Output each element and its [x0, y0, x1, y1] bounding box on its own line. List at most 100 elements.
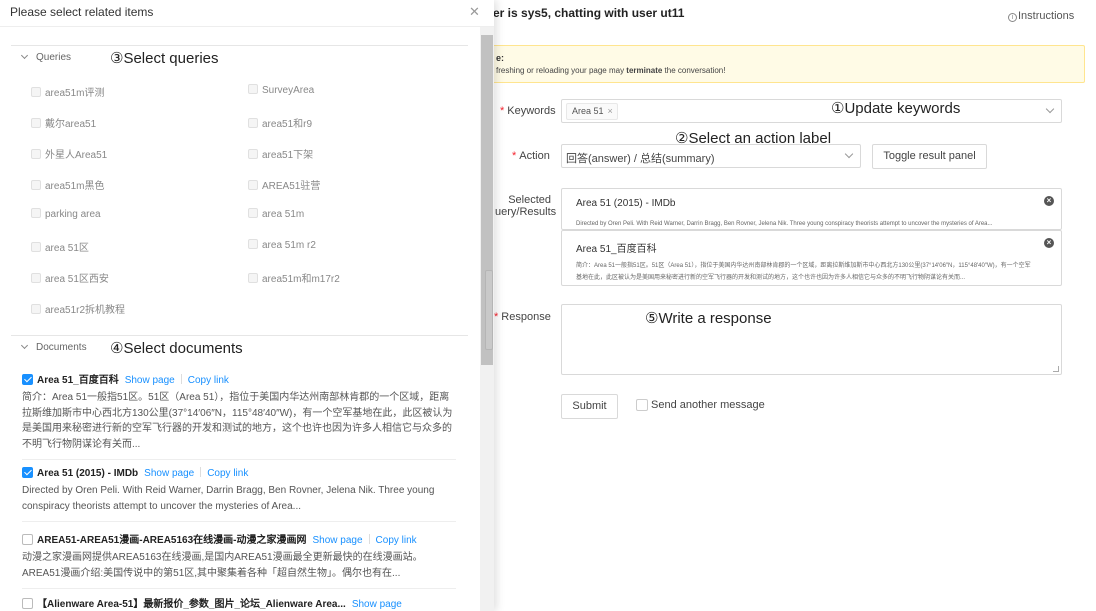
action-label: * Action: [512, 150, 550, 162]
document-item: 【Alienware Area-51】最新报价_参数_图片_论坛_Alienwa…: [22, 595, 456, 610]
selected-result-snippet: Directed by Oren Peli. With Reid Warner,…: [576, 221, 993, 227]
selected-result-snippet: 简介：Area 51一般指51区。51区（Area 51），指位于美国内华达州南…: [576, 263, 1031, 281]
selected-result-title: Area 51 (2015) - IMDb: [576, 198, 676, 209]
chevron-down-icon: [20, 341, 29, 350]
drawer-scroll-area[interactable]: Queries ③Select queries area51m评测 戴尔area5…: [0, 27, 480, 611]
drawer-resize-handle[interactable]: [485, 270, 493, 350]
document-checkbox[interactable]: [22, 467, 33, 478]
toggle-result-panel-button[interactable]: Toggle result panel: [872, 144, 987, 169]
action-label-text: Action: [519, 150, 550, 162]
show-page-link[interactable]: Show page: [144, 468, 194, 479]
query-checkbox[interactable]: [248, 239, 258, 249]
document-checkbox[interactable]: [22, 374, 33, 385]
query-checkbox[interactable]: [31, 242, 41, 252]
query-checkbox[interactable]: [31, 273, 41, 283]
remove-close-icon[interactable]: ×: [1044, 196, 1054, 206]
query-checkbox-item[interactable]: parking area: [31, 208, 101, 220]
divider: [22, 521, 456, 522]
copy-link-link[interactable]: Copy link: [188, 375, 229, 386]
keywords-label: * Keywords: [500, 105, 556, 117]
query-checkbox-item[interactable]: area 51区西安: [31, 270, 109, 285]
document-checkbox[interactable]: [22, 534, 33, 545]
query-checkbox-item[interactable]: 戴尔area51: [31, 115, 96, 130]
query-checkbox[interactable]: [31, 180, 41, 190]
required-mark: *: [494, 311, 499, 323]
response-textarea[interactable]: [561, 304, 1062, 375]
instructions-label: Instructions: [1018, 10, 1075, 22]
document-title: AREA51-AREA51漫画-AREA5163在线漫画-动漫之家漫画网: [37, 535, 307, 546]
document-title-row: Area 51_百度百科 Show page Copy link: [22, 371, 456, 386]
selected-result-card: Area 51 (2015) - IMDb Directed by Oren P…: [561, 188, 1062, 230]
query-checkbox[interactable]: [248, 180, 258, 190]
warning-banner: e: freshing or reloading your page may t…: [483, 45, 1085, 83]
copy-link-link[interactable]: Copy link: [376, 535, 417, 546]
response-label-text: Response: [501, 311, 551, 323]
instructions-link[interactable]: i Instructions: [1008, 10, 1074, 22]
query-label: area 51区: [45, 243, 89, 254]
document-title: 【Alienware Area-51】最新报价_参数_图片_论坛_Alienwa…: [37, 599, 346, 610]
required-mark: *: [500, 105, 505, 117]
query-label: AREA51驻营: [262, 181, 321, 192]
tag-close-icon[interactable]: ×: [608, 106, 613, 116]
query-checkbox[interactable]: [248, 273, 258, 283]
document-snippet: Directed by Oren Peli. With Reid Warner,…: [22, 485, 435, 512]
warning-text-pre: freshing or reloading your page may: [496, 66, 627, 75]
query-checkbox[interactable]: [31, 87, 41, 97]
close-icon[interactable]: ✕: [469, 4, 480, 20]
document-item: Area 51_百度百科 Show page Copy link 简介：Area 51…: [22, 371, 456, 460]
queries-section-header[interactable]: Queries: [20, 51, 71, 63]
query-checkbox-item[interactable]: area51和r9: [248, 115, 312, 130]
query-checkbox-item[interactable]: area51下架: [248, 146, 313, 161]
query-checkbox-item[interactable]: area51r2拆机教程: [31, 301, 125, 316]
annotation-select-queries: ③Select queries: [110, 50, 219, 67]
query-label: SurveyArea: [262, 85, 315, 96]
document-checkbox[interactable]: [22, 598, 33, 609]
remove-close-icon[interactable]: ×: [1044, 238, 1054, 248]
query-checkbox-item[interactable]: area 51区: [31, 239, 89, 254]
response-label: * Response: [494, 311, 551, 323]
keyword-tag: Area 51 ×: [566, 103, 618, 120]
query-label: area51下架: [262, 150, 314, 161]
documents-header-label: Documents: [36, 342, 87, 353]
document-title-row: AREA51-AREA51漫画-AREA5163在线漫画-动漫之家漫画网 Show…: [22, 531, 456, 546]
document-title: Area 51_百度百科: [37, 375, 119, 386]
query-checkbox[interactable]: [248, 208, 258, 218]
query-checkbox[interactable]: [31, 304, 41, 314]
selected-label-line2: uery/Results: [495, 206, 557, 218]
query-checkbox-item[interactable]: area51m和m17r2: [248, 270, 340, 285]
query-checkbox[interactable]: [248, 118, 258, 128]
send-another-checkbox[interactable]: [636, 399, 648, 411]
chevron-down-icon: [20, 51, 29, 60]
show-page-link[interactable]: Show page: [125, 375, 175, 386]
query-checkbox-item[interactable]: area51m黑色: [31, 177, 104, 192]
selected-result-title: Area 51_百度百科: [576, 244, 657, 255]
related-items-drawer: Please select related items ✕ Queries ③S…: [0, 0, 494, 611]
action-select[interactable]: 回答(answer) / 总结(summary): [561, 144, 861, 168]
query-label: area51和r9: [262, 119, 313, 130]
query-checkbox-item[interactable]: area 51m r2: [248, 239, 316, 251]
query-checkbox-item[interactable]: area 51m: [248, 208, 304, 220]
query-checkbox[interactable]: [31, 149, 41, 159]
show-page-link[interactable]: Show page: [352, 599, 402, 610]
query-checkbox[interactable]: [248, 149, 258, 159]
query-checkbox[interactable]: [31, 118, 41, 128]
show-page-link[interactable]: Show page: [313, 535, 363, 546]
query-checkbox-item[interactable]: AREA51驻营: [248, 177, 320, 192]
query-checkbox[interactable]: [31, 208, 41, 218]
keywords-label-text: Keywords: [507, 105, 556, 117]
document-title: Area 51 (2015) - IMDb: [37, 468, 139, 479]
documents-section-header[interactable]: Documents: [20, 341, 87, 353]
query-checkbox-item[interactable]: SurveyArea: [248, 84, 314, 96]
copy-link-link[interactable]: Copy link: [207, 468, 248, 479]
keywords-select[interactable]: Area 51 ×: [561, 99, 1062, 123]
query-label: area 51区西安: [45, 274, 109, 285]
annotation-write-response: ⑤Write a response: [645, 310, 772, 327]
chevron-down-icon: [844, 149, 854, 159]
submit-button[interactable]: Submit: [561, 394, 618, 419]
resize-handle-icon[interactable]: [1053, 366, 1059, 372]
query-checkbox-item[interactable]: area51m评测: [31, 84, 104, 99]
query-checkbox-item[interactable]: 外星人Area51: [31, 146, 107, 161]
divider: [22, 459, 456, 460]
action-select-value: 回答(answer) / 总结(summary): [566, 153, 715, 165]
query-checkbox[interactable]: [248, 84, 258, 94]
